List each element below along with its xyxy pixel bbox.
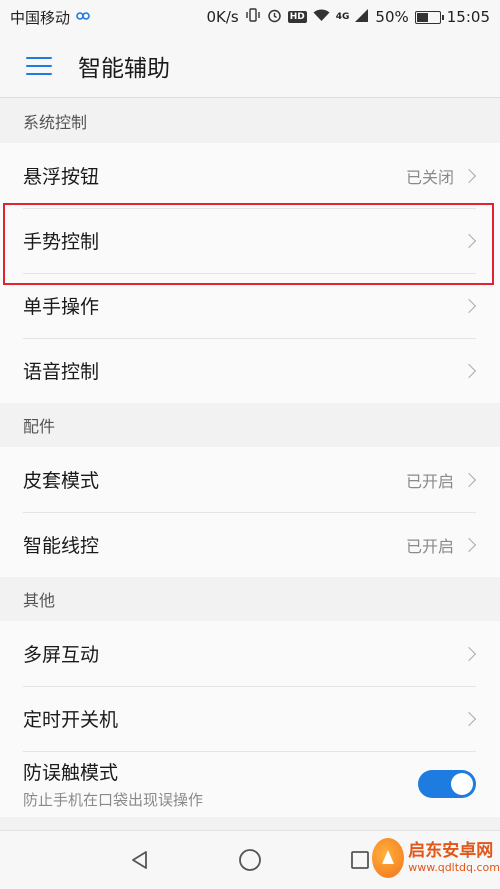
row-one-hand-mode[interactable]: 单手操作 <box>0 273 500 338</box>
battery-percent: 50% <box>375 8 409 26</box>
row-floating-button[interactable]: 悬浮按钮 已关闭 <box>0 143 500 208</box>
section-header-other: 其他 <box>0 577 500 621</box>
row-gesture-control[interactable]: 手势控制 <box>0 208 500 273</box>
signal-icon <box>355 8 369 26</box>
toggle-knob <box>451 773 473 795</box>
settings-list: 系统控制 悬浮按钮 已关闭 手势控制 单手操作 语音控制 配件 皮套模式 已开启… <box>0 99 500 817</box>
app-bar: 智能辅助 <box>0 34 500 98</box>
wifi-icon <box>313 8 330 26</box>
row-label: 手势控制 <box>23 231 100 253</box>
chevron-right-icon <box>461 363 477 378</box>
page-title: 智能辅助 <box>78 55 170 82</box>
hd-badge: HD <box>287 11 307 23</box>
nav-back-icon[interactable] <box>85 831 195 889</box>
row-multi-screen[interactable]: 多屏互动 <box>0 621 500 686</box>
row-voice-control[interactable]: 语音控制 <box>0 338 500 403</box>
row-pocket-mode[interactable]: 防误触模式 防止手机在口袋出现误操作 <box>0 751 500 817</box>
hamburger-menu-icon[interactable] <box>26 56 52 76</box>
row-label: 语音控制 <box>23 361 100 383</box>
row-label: 智能线控 <box>23 535 100 557</box>
row-cover-mode[interactable]: 皮套模式 已开启 <box>0 447 500 512</box>
row-label: 防误触模式 <box>23 762 119 784</box>
group-other: 多屏互动 定时开关机 防误触模式 防止手机在口袋出现误操作 <box>0 621 500 817</box>
row-value: 已开启 <box>405 536 454 556</box>
watermark: 启东安卓网 www.qdltdq.com <box>372 826 500 889</box>
watermark-title: 启东安卓网 <box>408 840 494 861</box>
row-label: 多屏互动 <box>23 644 100 666</box>
row-subtitle: 防止手机在口袋出现误操作 <box>23 791 204 809</box>
section-header-accessories: 配件 <box>0 403 500 447</box>
row-label: 皮套模式 <box>23 470 100 492</box>
group-system: 悬浮按钮 已关闭 手势控制 单手操作 语音控制 <box>0 143 500 403</box>
nav-home-icon[interactable] <box>195 831 305 889</box>
row-value: 已开启 <box>405 471 454 491</box>
link-icon <box>76 9 90 25</box>
group-accessories: 皮套模式 已开启 智能线控 已开启 <box>0 447 500 577</box>
chevron-right-icon <box>461 298 477 313</box>
row-value: 已关闭 <box>405 167 454 187</box>
row-smart-remote[interactable]: 智能线控 已开启 <box>0 512 500 577</box>
section-header-system: 系统控制 <box>0 99 500 143</box>
watermark-logo-icon <box>372 837 405 878</box>
row-label: 单手操作 <box>23 296 100 318</box>
status-bar: 中国移动 0K/s HD 4G 50% 15:05 <box>0 0 500 34</box>
network-speed: 0K/s <box>206 8 239 26</box>
row-label: 定时开关机 <box>23 709 119 731</box>
chevron-right-icon <box>461 233 477 248</box>
pocket-mode-toggle[interactable] <box>418 770 476 798</box>
row-label: 悬浮按钮 <box>23 166 100 188</box>
battery-fill <box>416 12 428 22</box>
row-scheduled-power[interactable]: 定时开关机 <box>0 686 500 751</box>
chevron-right-icon <box>461 711 477 726</box>
network-type: 4G <box>335 12 350 22</box>
alarm-icon <box>267 8 282 27</box>
chevron-right-icon <box>461 168 477 183</box>
clock: 15:05 <box>446 8 490 26</box>
battery-icon <box>414 10 444 24</box>
chevron-right-icon <box>461 646 477 661</box>
carrier-label: 中国移动 <box>10 8 71 27</box>
chevron-right-icon <box>461 472 477 487</box>
watermark-url: www.qdltdq.com <box>408 860 500 874</box>
vibrate-icon <box>245 8 261 26</box>
chevron-right-icon <box>461 537 477 552</box>
